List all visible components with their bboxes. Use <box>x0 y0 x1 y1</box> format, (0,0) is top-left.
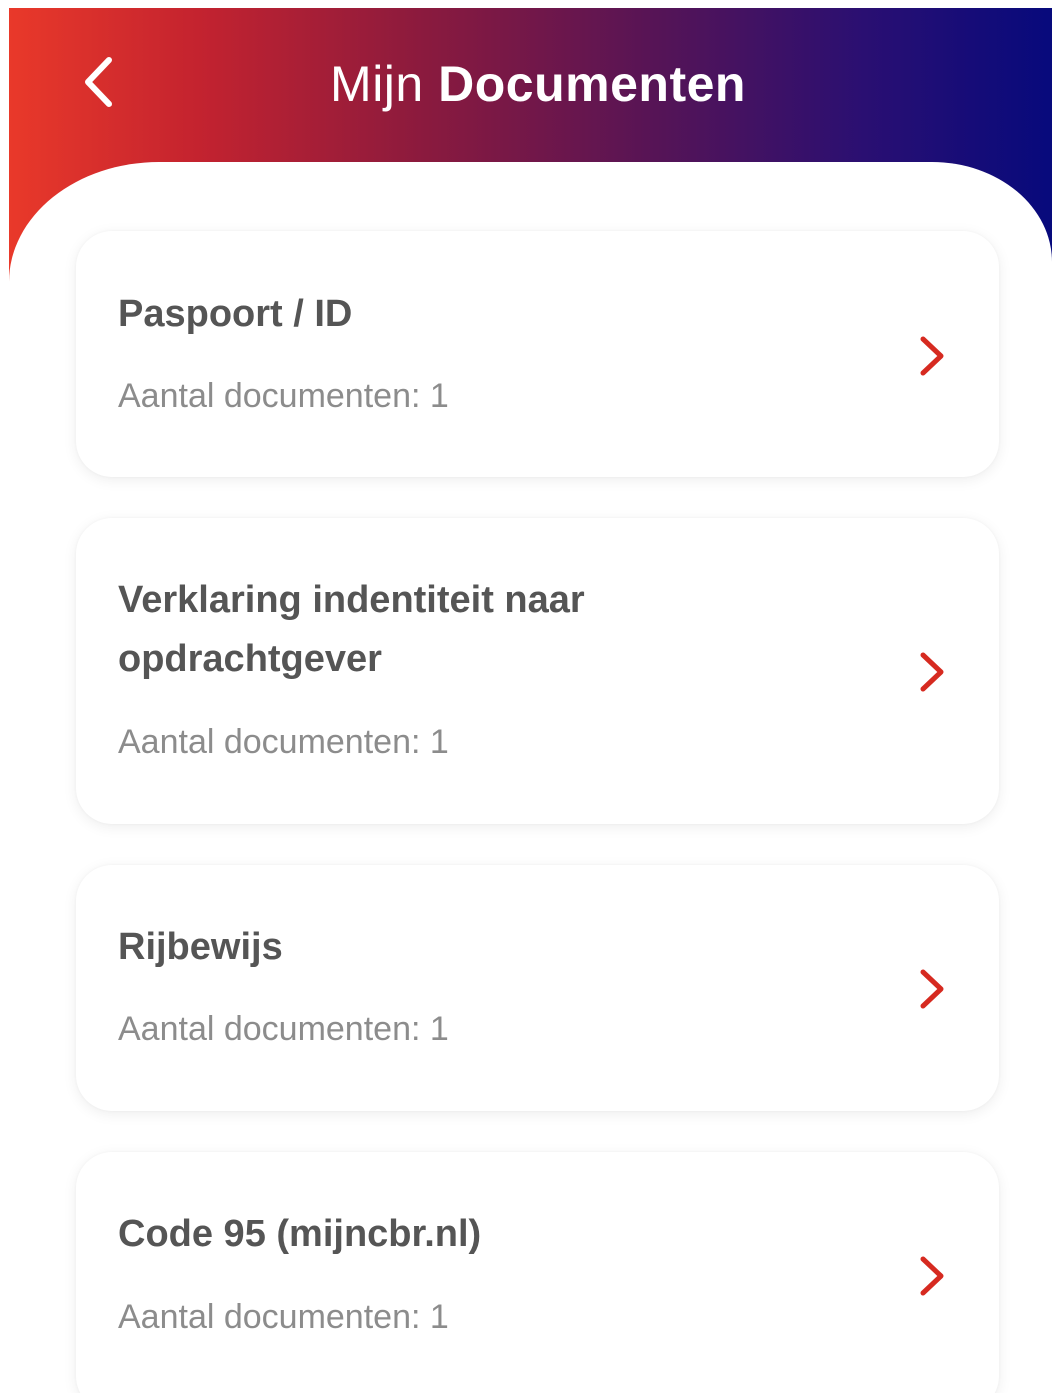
document-title: Verklaring indentiteit naar opdrachtgeve… <box>118 579 585 680</box>
document-card-paspoort[interactable]: Paspoort / ID Aantal documenten: 1 <box>76 231 999 477</box>
app-screen: Mijn Documenten Paspoort / ID Aantal doc… <box>0 0 1052 1393</box>
page-title-light: Mijn <box>330 56 424 112</box>
chevron-right-icon <box>920 652 944 692</box>
chevron-right-icon <box>920 336 944 376</box>
document-count: Aantal documenten: 1 <box>118 723 449 761</box>
page-title-bold: Documenten <box>438 56 746 112</box>
document-count: Aantal documenten: 1 <box>118 1298 449 1336</box>
document-card-code95[interactable]: Code 95 (mijncbr.nl) Aantal documenten: … <box>76 1152 999 1393</box>
chevron-right-icon <box>920 969 944 1009</box>
page-title: Mijn Documenten <box>0 52 1052 116</box>
document-count: Aantal documenten: 1 <box>118 377 449 415</box>
document-count: Aantal documenten: 1 <box>118 1010 449 1048</box>
document-title: Paspoort / ID <box>118 293 353 335</box>
document-title: Code 95 (mijncbr.nl) <box>118 1213 482 1255</box>
document-title: Rijbewijs <box>118 926 283 968</box>
document-card-rijbewijs[interactable]: Rijbewijs Aantal documenten: 1 <box>76 865 999 1111</box>
document-card-verklaring[interactable]: Verklaring indentiteit naar opdrachtgeve… <box>76 518 999 824</box>
chevron-right-icon <box>920 1256 944 1296</box>
